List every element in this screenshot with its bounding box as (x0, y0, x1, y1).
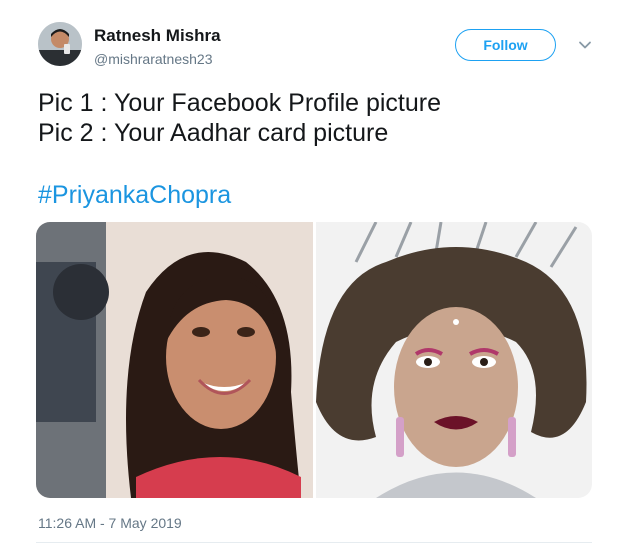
photo-left[interactable] (36, 222, 313, 498)
follow-button[interactable]: Follow (455, 29, 556, 61)
hashtag-link[interactable]: #PriyankaChopra (38, 181, 231, 210)
avatar[interactable] (38, 22, 82, 66)
photo-right[interactable] (316, 222, 592, 498)
divider (36, 542, 592, 543)
tweet-media (36, 222, 592, 498)
tweet-card: Ratnesh Mishra @mishraratnesh23 Follow P… (0, 0, 630, 544)
tweet-text-line: Pic 2 : Your Aadhar card picture (38, 119, 389, 147)
chevron-down-icon[interactable] (577, 37, 593, 53)
tweet-text-line: Pic 1 : Your Facebook Profile picture (38, 89, 442, 117)
tweet-timestamp[interactable]: 11:26 AM - 7 May 2019 (38, 515, 182, 531)
author-handle[interactable]: @mishraratnesh23 (94, 51, 213, 67)
author-display-name[interactable]: Ratnesh Mishra (94, 26, 221, 46)
